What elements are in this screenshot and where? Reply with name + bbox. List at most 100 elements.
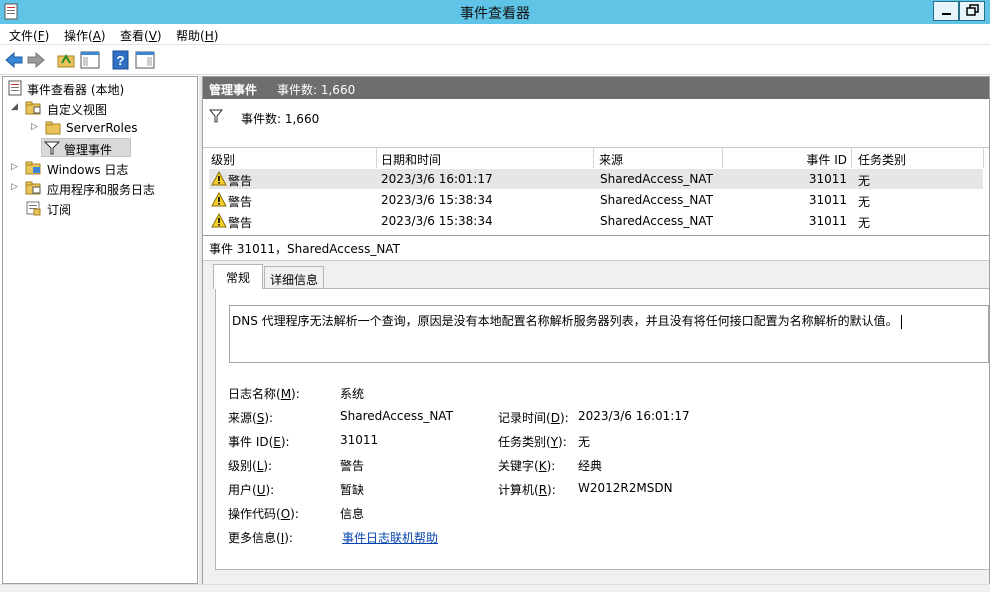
tree-label-root: 事件查看器 (本地) xyxy=(27,83,125,97)
tree-item-subscriptions[interactable]: 订阅 xyxy=(5,199,195,218)
label-log-name: 日志名称(M): xyxy=(228,387,300,401)
table-row[interactable]: 警告 2023/3/6 16:01:17 SharedAccess_NAT 31… xyxy=(209,169,983,189)
label-keywords: 关键字(K): xyxy=(498,459,556,473)
show-hide-console-tree-icon[interactable] xyxy=(80,50,100,70)
custom-views-folder-icon xyxy=(25,101,41,115)
main-pane: 管理事件 事件数: 1,660 事件数: 1,660 级别 日期和时间 来源 事… xyxy=(202,76,990,584)
tree-label-admin-events: 管理事件 xyxy=(64,143,113,157)
cell-event-id: 31011 xyxy=(808,172,847,186)
minimize-button[interactable] xyxy=(933,1,959,21)
tree-item-event-viewer-local[interactable]: 事件查看器 (本地) xyxy=(5,79,195,98)
tree-item-app-service-logs[interactable]: ▷ 应用程序和服务日志 xyxy=(5,179,195,198)
collapsed-arrow-icon[interactable]: ▷ xyxy=(31,122,41,134)
label-level: 级别(L): xyxy=(228,459,273,473)
event-message-box[interactable]: DNS 代理程序无法解析一个查询，原因是没有本地配置名称解析服务器列表，并且没有… xyxy=(229,305,989,363)
column-datetime[interactable]: 日期和时间 xyxy=(381,151,441,168)
cell-task: 无 xyxy=(858,174,871,188)
column-divider[interactable] xyxy=(983,148,984,168)
column-divider[interactable] xyxy=(851,148,852,168)
tree-item-admin-events[interactable]: 管理事件 xyxy=(41,138,131,157)
svg-text:?: ? xyxy=(117,53,125,68)
cell-source: SharedAccess_NAT xyxy=(600,172,713,186)
label-source: 来源(S): xyxy=(228,411,274,425)
help-icon[interactable]: ? xyxy=(111,50,131,70)
menu-view[interactable]: 查看(V) xyxy=(120,27,162,44)
view-title: 管理事件 xyxy=(209,83,258,97)
menu-file[interactable]: 文件(F) xyxy=(9,27,49,44)
column-divider[interactable] xyxy=(722,148,723,168)
expanded-arrow-icon[interactable]: ◢ xyxy=(11,102,21,114)
folder-icon xyxy=(45,121,61,135)
event-log-online-help-link[interactable]: 事件日志联机帮助 xyxy=(342,529,438,546)
collapsed-arrow-icon[interactable]: ▷ xyxy=(11,182,21,194)
value-log-name: 系统 xyxy=(340,387,365,401)
menu-help[interactable]: 帮助(H) xyxy=(176,27,218,44)
subscriptions-icon xyxy=(26,201,41,216)
tab-details[interactable]: 详细信息 xyxy=(264,266,324,289)
collapsed-arrow-icon[interactable]: ▷ xyxy=(11,162,21,174)
cell-source: SharedAccess_NAT xyxy=(600,193,713,207)
value-keywords: 经典 xyxy=(578,459,603,473)
cell-level: 警告 xyxy=(228,174,253,188)
tree-label-windows-logs: Windows 日志 xyxy=(47,163,129,177)
label-opcode: 操作代码(O): xyxy=(228,507,299,521)
up-folder-icon[interactable] xyxy=(56,50,76,70)
warning-icon xyxy=(211,171,227,186)
column-divider[interactable] xyxy=(376,148,377,168)
label-recorded-time: 记录时间(D): xyxy=(498,411,569,425)
event-detail-pane: 事件 31011，SharedAccess_NAT 常规 详细信息 DNS 代理… xyxy=(203,235,989,584)
cell-task: 无 xyxy=(858,216,871,230)
window-title: 事件查看器 xyxy=(460,6,530,22)
table-header: 级别 日期和时间 来源 事件 ID 任务类别 xyxy=(203,148,989,168)
menu-bar: 文件(F) 操作(A) 查看(V) 帮助(H) xyxy=(0,24,990,45)
filter-bar: 事件数: 1,660 xyxy=(203,99,989,145)
column-event-id[interactable]: 事件 ID xyxy=(803,151,847,168)
events-table: 级别 日期和时间 来源 事件 ID 任务类别 警告 2023/3/6 16:01… xyxy=(203,147,989,234)
label-task-category: 任务类别(Y): xyxy=(498,435,567,449)
label-event-id: 事件 ID(E): xyxy=(228,435,290,449)
column-task-category[interactable]: 任务类别 xyxy=(858,151,906,168)
value-computer: W2012R2MSDN xyxy=(578,481,673,495)
cell-level: 警告 xyxy=(228,216,253,230)
value-source: SharedAccess_NAT xyxy=(340,409,453,423)
tree-item-custom-views[interactable]: ◢ 自定义视图 xyxy=(5,99,195,118)
column-level[interactable]: 级别 xyxy=(211,151,235,168)
cell-datetime: 2023/3/6 15:38:34 xyxy=(381,193,493,207)
tree-item-server-roles[interactable]: ▷ ServerRoles xyxy=(5,119,195,138)
value-opcode: 信息 xyxy=(340,507,365,521)
view-event-count: 事件数: 1,660 xyxy=(277,83,356,97)
minimize-icon xyxy=(942,13,951,15)
table-row[interactable]: 警告 2023/3/6 15:38:34 SharedAccess_NAT 31… xyxy=(209,211,983,231)
tree-label-custom-views: 自定义视图 xyxy=(47,103,108,117)
console-tree: 事件查看器 (本地) ◢ 自定义视图 ▷ ServerRoles 管理事件 ▷ … xyxy=(2,76,198,584)
back-arrow-icon[interactable] xyxy=(4,50,24,70)
label-more-info: 更多信息(I): xyxy=(228,531,293,545)
event-message: DNS 代理程序无法解析一个查询，原因是没有本地配置名称解析服务器列表，并且没有… xyxy=(232,312,902,329)
event-detail-title: 事件 31011，SharedAccess_NAT xyxy=(209,242,400,256)
cell-task: 无 xyxy=(858,195,871,209)
value-task-category: 无 xyxy=(578,435,591,449)
value-level: 警告 xyxy=(340,459,365,473)
title-bar: 事件查看器 xyxy=(0,0,990,24)
menu-action[interactable]: 操作(A) xyxy=(64,27,106,44)
event-viewer-icon xyxy=(8,80,22,96)
status-bar xyxy=(0,584,990,592)
label-computer: 计算机(R): xyxy=(498,483,556,497)
restore-button[interactable] xyxy=(959,1,985,21)
filter-event-count: 事件数: 1,660 xyxy=(241,112,320,126)
filter-icon xyxy=(209,109,223,123)
general-tab-content: DNS 代理程序无法解析一个查询，原因是没有本地配置名称解析服务器列表，并且没有… xyxy=(215,288,989,570)
column-source[interactable]: 来源 xyxy=(599,151,623,168)
label-user: 用户(U): xyxy=(228,483,275,497)
column-divider[interactable] xyxy=(593,148,594,168)
tree-item-windows-logs[interactable]: ▷ Windows 日志 xyxy=(5,159,195,178)
forward-arrow-icon[interactable] xyxy=(26,50,46,70)
filter-icon xyxy=(44,141,60,155)
show-action-pane-icon[interactable] xyxy=(135,50,155,70)
view-header: 管理事件 事件数: 1,660 xyxy=(203,77,989,99)
toolbar: ? xyxy=(0,45,990,75)
table-row[interactable]: 警告 2023/3/6 15:38:34 SharedAccess_NAT 31… xyxy=(209,190,983,210)
text-caret xyxy=(900,314,902,329)
tab-general[interactable]: 常规 xyxy=(213,264,263,289)
value-recorded-time: 2023/3/6 16:01:17 xyxy=(578,409,690,423)
